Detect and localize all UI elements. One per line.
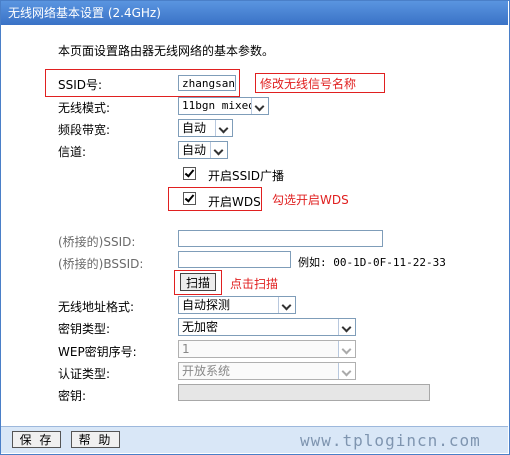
chevron-down-icon: [338, 363, 355, 379]
scan-button[interactable]: 扫描: [180, 273, 216, 291]
ssid-annotation: 修改无线信号名称: [260, 77, 357, 91]
ssid-broadcast-checkbox[interactable]: [183, 167, 196, 180]
wep-index-select[interactable]: 1: [178, 340, 356, 358]
help-button[interactable]: 帮 助: [71, 431, 120, 448]
addr-format-select[interactable]: 自动探测: [178, 296, 296, 314]
ssid-label: SSID号:: [58, 78, 103, 92]
key-type-select[interactable]: 无加密: [178, 318, 356, 336]
wds-annotation: 勾选开启WDS: [272, 193, 349, 207]
auth-type-label: 认证类型:: [58, 367, 111, 381]
mode-value: 11bgn mixed: [182, 99, 255, 112]
ssid-broadcast-label: 开启SSID广播: [208, 169, 285, 183]
chevron-down-icon: [278, 297, 295, 313]
addr-format-label: 无线地址格式:: [58, 300, 135, 314]
chevron-down-icon: [338, 341, 355, 357]
chevron-down-icon: [215, 120, 232, 136]
bridge-ssid-label: (桥接的)SSID:: [58, 235, 136, 249]
chevron-down-icon: [210, 142, 227, 158]
bridge-ssid-input[interactable]: [178, 230, 383, 247]
key-type-value: 无加密: [182, 320, 219, 334]
scan-annotation: 点击扫描: [230, 277, 279, 291]
ssid-input[interactable]: zhangsan: [178, 75, 236, 91]
wds-label: 开启WDS: [208, 195, 261, 209]
bssid-example: 例如: 00-1D-0F-11-22-33: [298, 256, 446, 269]
bridge-bssid-label: (桥接的)BSSID:: [58, 257, 144, 271]
intro-text: 本页面设置路由器无线网络的基本参数。: [58, 44, 275, 58]
mode-label: 无线模式:: [58, 101, 111, 115]
chevron-down-icon: [338, 319, 355, 335]
mode-select[interactable]: 11bgn mixed: [178, 97, 269, 115]
panel-title: 无线网络基本设置 (2.4GHz): [8, 6, 161, 20]
key-type-label: 密钥类型:: [58, 322, 111, 336]
channel-value: 自动: [182, 143, 207, 157]
wds-checkbox[interactable]: [183, 192, 196, 205]
chevron-down-icon: [251, 98, 268, 114]
bandwidth-label: 频段带宽:: [58, 123, 111, 137]
panel-titlebar: 无线网络基本设置 (2.4GHz): [1, 1, 508, 25]
auth-type-value: 开放系统: [182, 364, 231, 378]
key-label: 密钥:: [58, 389, 87, 403]
channel-label: 信道:: [58, 145, 87, 159]
bandwidth-select[interactable]: 自动: [178, 119, 233, 137]
bridge-bssid-input[interactable]: [178, 251, 291, 268]
addr-format-value: 自动探测: [182, 298, 231, 312]
watermark: www.tplogincn.com: [300, 431, 481, 450]
wep-index-label: WEP密钥序号:: [58, 345, 137, 359]
auth-type-select[interactable]: 开放系统: [178, 362, 356, 380]
save-button[interactable]: 保 存: [12, 431, 61, 448]
bandwidth-value: 自动: [182, 121, 207, 135]
wep-index-value: 1: [182, 342, 190, 356]
key-input[interactable]: [178, 384, 430, 401]
channel-select[interactable]: 自动: [178, 141, 228, 159]
